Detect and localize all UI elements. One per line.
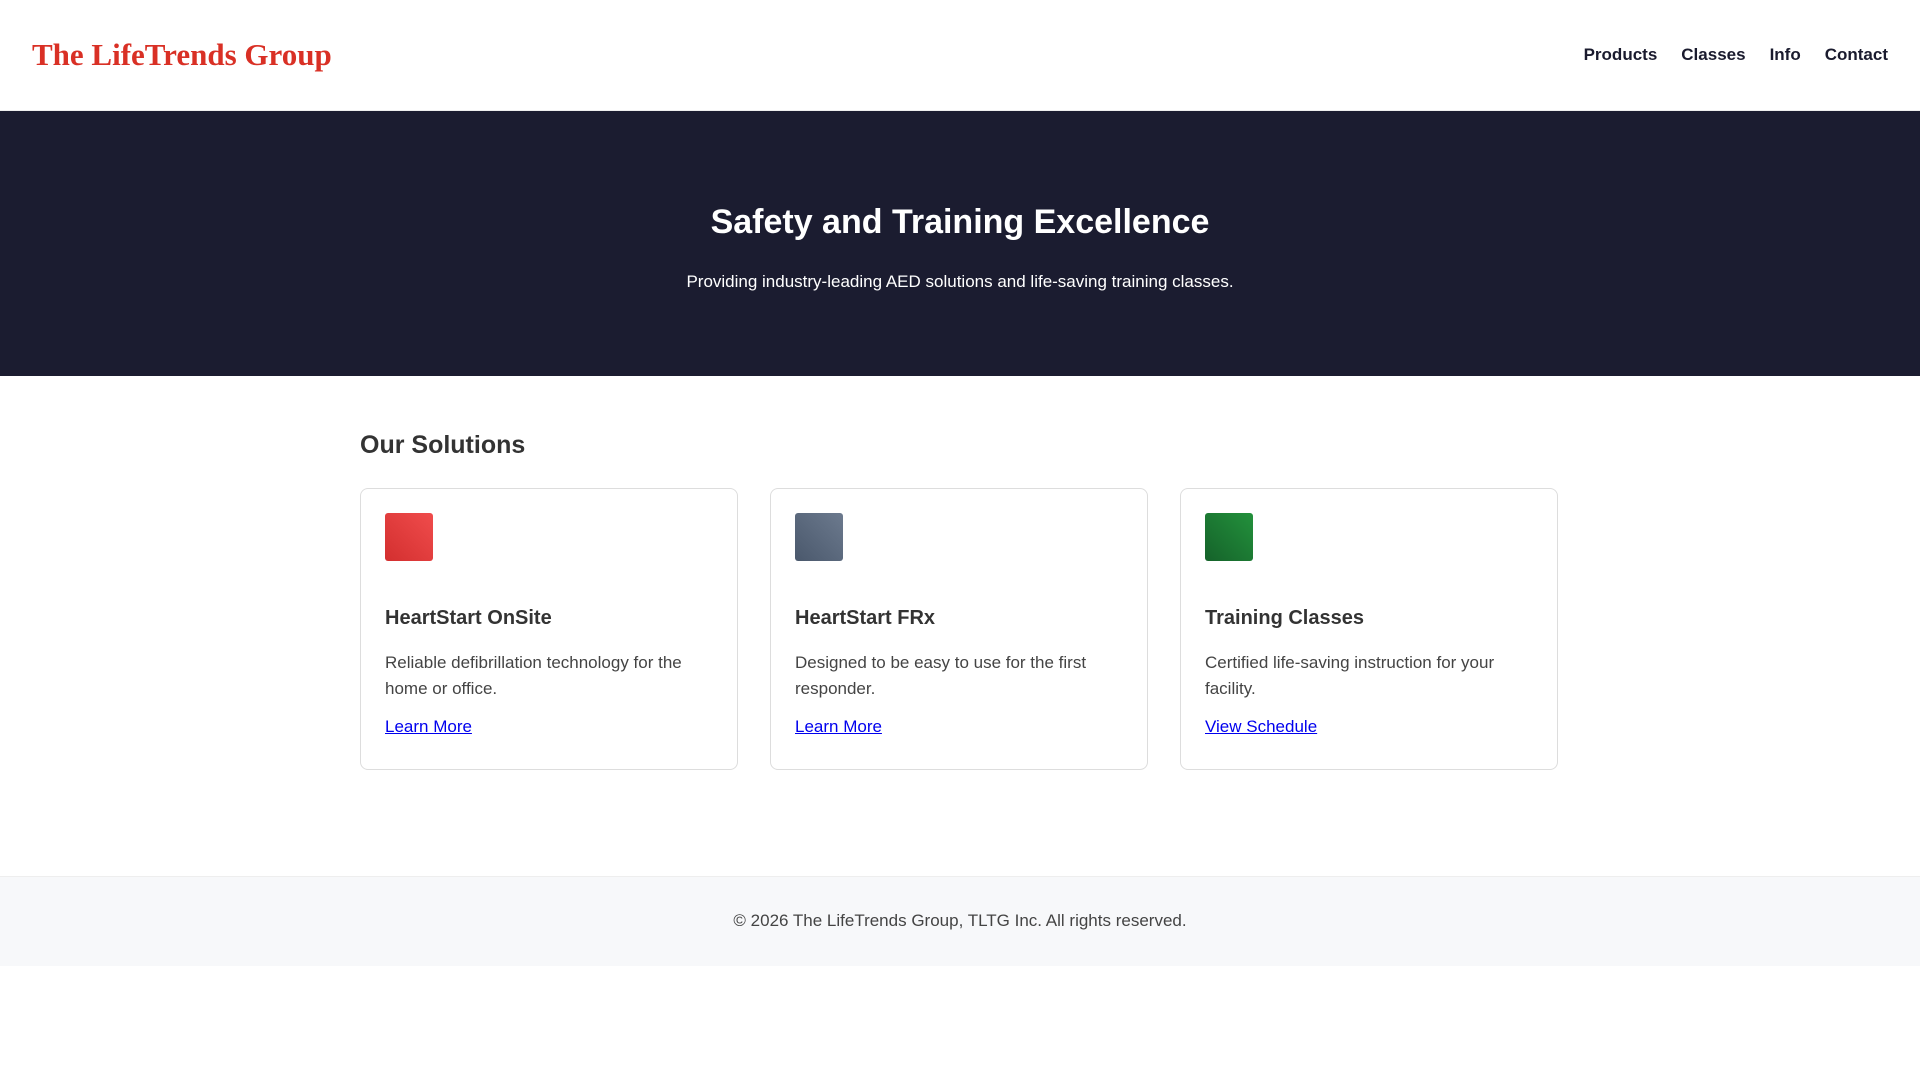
solutions-section: Our Solutions HeartStart OnSite Reliable… [360,376,1560,876]
learn-more-link[interactable]: Learn More [385,717,472,736]
card-description: Certified life-saving instruction for yo… [1205,653,1495,698]
nav-info[interactable]: Info [1770,45,1801,65]
nav-contact[interactable]: Contact [1825,45,1888,65]
hero-banner: Safety and Training Excellence Providing… [0,111,1920,376]
section-heading: Our Solutions [360,431,526,459]
card-description: Reliable defibrillation technology for t… [385,653,682,698]
card-description: Designed to be easy to use for the first… [795,653,1087,698]
hero-subtitle: Providing industry-leading AED solutions… [686,272,1234,291]
copyright-text: © 2026 The LifeTrends Group, TLTG Inc. A… [733,911,1187,930]
nav-products[interactable]: Products [1584,45,1658,65]
learn-more-link[interactable]: Learn More [795,717,882,736]
product-icon [795,513,843,561]
site-header: The LifeTrends Group Products Classes In… [0,0,1920,111]
view-schedule-link[interactable]: View Schedule [1205,717,1317,736]
card-title: HeartStart OnSite [385,607,552,629]
site-footer: © 2026 The LifeTrends Group, TLTG Inc. A… [0,876,1920,966]
card-title: HeartStart FRx [795,607,936,629]
solution-card-training: Training Classes Certified life-saving i… [1180,488,1558,770]
training-icon [1205,513,1253,561]
solution-card-onsite: HeartStart OnSite Reliable defibrillatio… [360,488,738,770]
card-title: Training Classes [1205,607,1364,629]
nav-classes[interactable]: Classes [1681,45,1745,65]
logo-link[interactable]: The LifeTrends Group [32,37,332,73]
solutions-cards: HeartStart OnSite Reliable defibrillatio… [360,488,1560,770]
product-icon [385,513,433,561]
hero-title: Safety and Training Excellence [710,203,1210,241]
solution-card-frx: HeartStart FRx Designed to be easy to us… [770,488,1148,770]
main-nav: Products Classes Info Contact [1584,45,1888,65]
